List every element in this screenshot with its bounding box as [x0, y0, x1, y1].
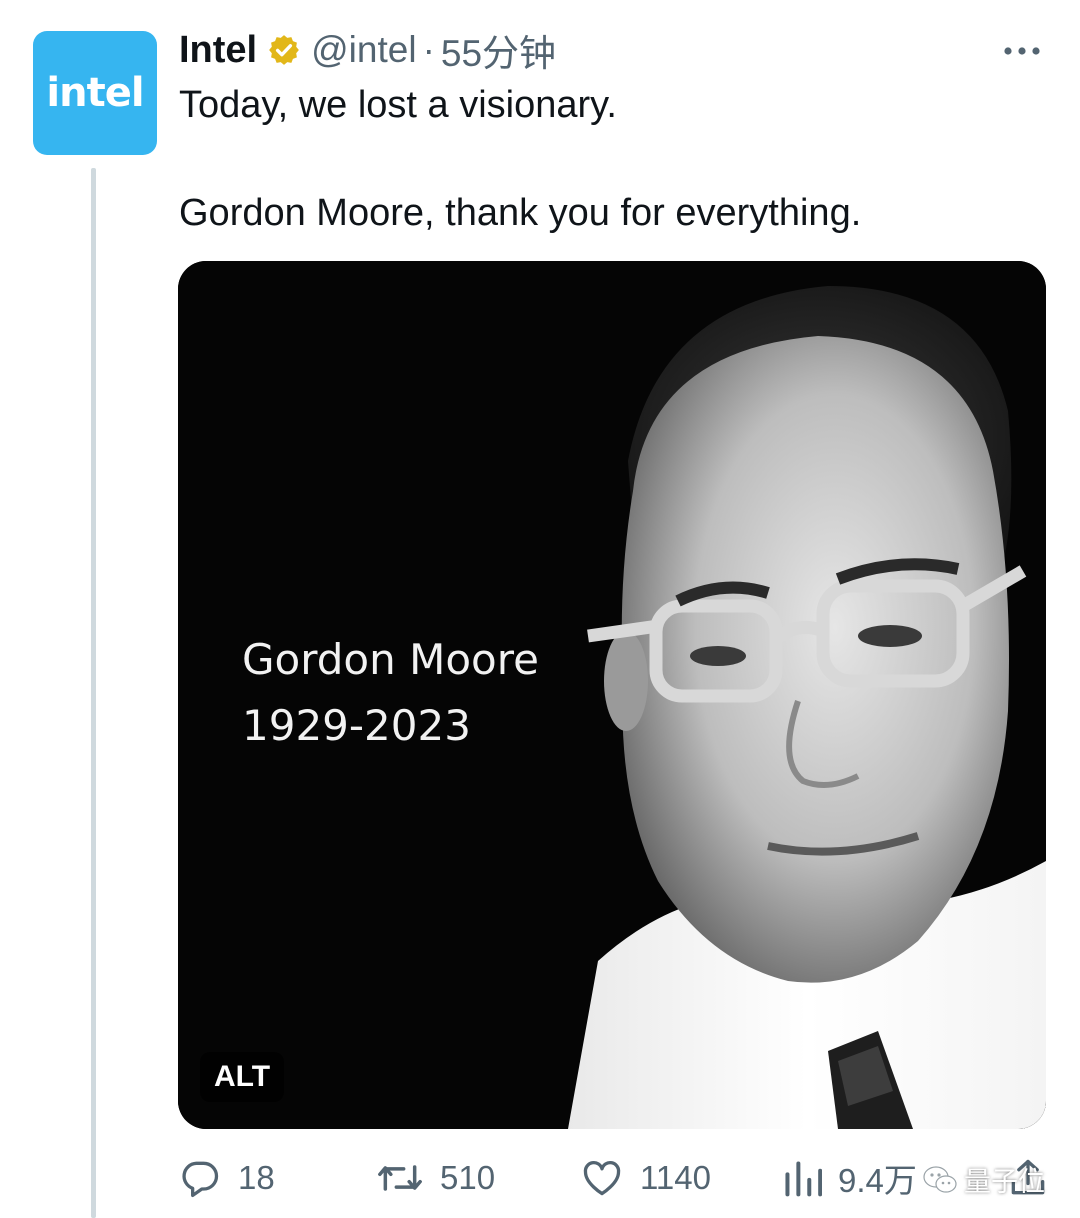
tweet-header: Intel @intel · 55分钟	[179, 23, 556, 77]
tweet-text-line-2: Gordon Moore, thank you for everything.	[179, 192, 862, 234]
intel-logo: intel	[46, 70, 144, 116]
retweet-count: 510	[440, 1159, 496, 1196]
tweet-card[interactable]: intel Intel @intel · 55分钟 Today, we lost…	[0, 0, 1080, 1218]
like-count: 1140	[640, 1159, 711, 1196]
handle[interactable]: @intel	[311, 29, 416, 71]
reply-button[interactable]: 18	[178, 1150, 275, 1206]
views-button[interactable]: 9.4万	[782, 1150, 917, 1206]
watermark: 量子位	[922, 1160, 1045, 1199]
tweet-text-line-1: Today, we lost a visionary.	[179, 84, 617, 126]
display-name[interactable]: Intel	[179, 29, 257, 72]
reply-icon	[182, 1161, 219, 1198]
views-count: 9.4万	[838, 1162, 917, 1199]
retweet-button[interactable]: 510	[376, 1150, 495, 1206]
alt-badge[interactable]: ALT	[200, 1052, 285, 1102]
like-button[interactable]: 1140	[580, 1150, 711, 1206]
like-icon	[583, 1160, 621, 1196]
timestamp[interactable]: 55分钟	[441, 23, 556, 77]
overlay-name: Gordon Moore	[242, 635, 539, 684]
thread-line	[91, 168, 96, 1218]
overlay-years: 1929-2023	[242, 701, 471, 750]
more-icon[interactable]	[1002, 36, 1042, 57]
reply-count: 18	[238, 1159, 275, 1196]
views-icon	[785, 1161, 822, 1197]
retweet-icon	[378, 1165, 422, 1191]
verified-badge-icon[interactable]	[267, 33, 301, 67]
tweet-image[interactable]: Gordon Moore 1929-2023 ALT	[178, 261, 1046, 1129]
portrait-illustration	[178, 261, 1046, 1129]
avatar[interactable]: intel	[33, 31, 157, 155]
wechat-logo-icon	[923, 1165, 957, 1193]
dot-separator: ·	[422, 29, 435, 70]
watermark-text: 量子位	[964, 1167, 1045, 1197]
